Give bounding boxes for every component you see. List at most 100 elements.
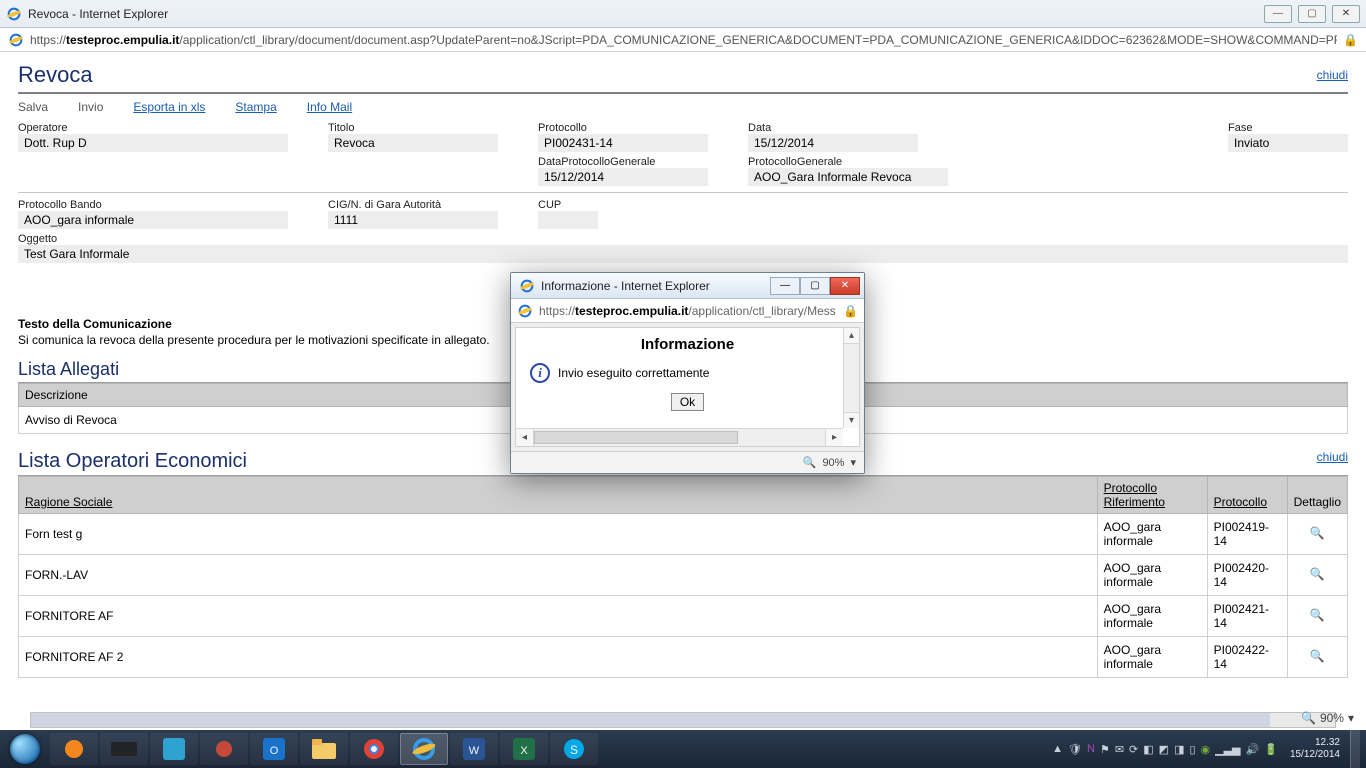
popup-address-bar[interactable]: https://testeproc.empulia.it/application… <box>511 299 864 323</box>
popup-titlebar[interactable]: Informazione - Internet Explorer — ▢ ✕ <box>511 273 864 299</box>
scroll-up-icon[interactable]: ▴ <box>844 328 859 344</box>
cell-rs: FORN.-LAV <box>19 555 1098 596</box>
lbl-titolo: Titolo <box>328 122 498 134</box>
lock-icon: 🔒 <box>1343 33 1358 47</box>
cell-p: PI002420-14 <box>1207 555 1287 596</box>
val-pbando: AOO_gara informale <box>18 211 288 229</box>
chiudi-link[interactable]: chiudi <box>1317 68 1348 82</box>
popup-maximize-button[interactable]: ▢ <box>800 277 830 295</box>
detail-icon[interactable]: 🔍 <box>1307 526 1327 542</box>
tb-chrome[interactable] <box>350 733 398 765</box>
tray-volume-icon[interactable]: 🔊 <box>1246 743 1260 756</box>
hdr-pr[interactable]: Protocollo Riferimento <box>1104 481 1165 509</box>
zoom-indicator[interactable]: 🔍 90% ▾ <box>1301 708 1354 728</box>
svg-text:S: S <box>570 743 578 757</box>
action-stampa[interactable]: Stampa <box>235 100 276 114</box>
cell-pr: AOO_gara informale <box>1097 637 1207 678</box>
lbl-cig: CIG/N. di Gara Autorità <box>328 199 498 211</box>
tb-word[interactable]: W <box>450 733 498 765</box>
lbl-oggetto: Oggetto <box>18 233 1348 245</box>
url-text: https://testeproc.empulia.it/application… <box>30 33 1337 47</box>
popup-close-button[interactable]: ✕ <box>830 277 860 295</box>
tb-excel[interactable]: X <box>500 733 548 765</box>
tb-ie[interactable] <box>400 733 448 765</box>
scroll-left-icon[interactable]: ◂ <box>516 429 534 446</box>
val-titolo: Revoca <box>328 134 498 152</box>
popup-minimize-button[interactable]: — <box>770 277 800 295</box>
val-cig: 1111 <box>328 211 498 229</box>
ie-icon <box>517 303 533 319</box>
popup-h-scrollbar[interactable]: ◂ ▸ <box>516 428 843 446</box>
tray-flag-icon[interactable]: ⚑ <box>1100 743 1110 756</box>
tray-note-icon[interactable]: N <box>1087 743 1095 755</box>
action-invio[interactable]: Invio <box>78 100 103 114</box>
tray-icons[interactable]: ▲ 🛡 N ⚑ ✉ ⟳ ◧ ◩ ◨ ▯ ◉ ▁▃▅ 🔊 🔋 <box>1052 743 1278 756</box>
window-titlebar[interactable]: Revoca - Internet Explorer — ▢ ✕ <box>0 0 1366 28</box>
tray-mail-icon[interactable]: ✉ <box>1115 743 1124 756</box>
lbl-pbando: Protocollo Bando <box>18 199 288 211</box>
val-data: 15/12/2014 <box>748 134 918 152</box>
cell-p: PI002419-14 <box>1207 514 1287 555</box>
tray-wifi-icon[interactable]: ▁▃▅ <box>1215 743 1240 756</box>
tb-explorer[interactable] <box>300 733 348 765</box>
tb-snip[interactable] <box>200 733 248 765</box>
table-row: FORN.-LAVAOO_gara informalePI002420-14 🔍 <box>19 555 1348 596</box>
tb-skype[interactable]: S <box>550 733 598 765</box>
tb-mediacenter[interactable] <box>50 733 98 765</box>
scroll-down-icon[interactable]: ▾ <box>844 412 859 428</box>
table-row: FORNITORE AFAOO_gara informalePI002421-1… <box>19 596 1348 637</box>
taskbar-items: O W X S <box>44 733 1048 765</box>
val-oggetto: Test Gara Informale <box>18 245 1348 263</box>
popup-body: Informazione i Invio eseguito correttame… <box>515 327 860 447</box>
tray-sync-icon[interactable]: ⟳ <box>1129 743 1138 756</box>
main-h-scrollbar[interactable] <box>30 712 1336 728</box>
taskbar: O W X S ▲ 🛡 N ⚑ ✉ ⟳ ◧ ◩ ◨ ▯ ◉ ▁▃▅ 🔊 🔋 12… <box>0 730 1366 768</box>
action-esporta[interactable]: Esporta in xls <box>133 100 205 114</box>
detail-icon[interactable]: 🔍 <box>1307 567 1327 583</box>
hdr-p[interactable]: Protocollo <box>1214 495 1267 509</box>
scroll-right-icon[interactable]: ▸ <box>825 429 843 446</box>
operatori-table: Ragione Sociale Protocollo Riferimento P… <box>18 476 1348 678</box>
show-desktop-button[interactable] <box>1350 730 1360 768</box>
hdr-rs[interactable]: Ragione Sociale <box>25 495 112 509</box>
val-dpg: 15/12/2014 <box>538 168 708 186</box>
tray-app-icon[interactable]: ◩ <box>1159 743 1169 756</box>
val-protocollo: PI002431-14 <box>538 134 708 152</box>
tray-battery-icon[interactable]: 🔋 <box>1264 743 1278 756</box>
popup-title: Informazione - Internet Explorer <box>541 279 710 293</box>
ie-icon <box>6 6 22 22</box>
maximize-button[interactable]: ▢ <box>1298 5 1326 23</box>
tb-app1[interactable] <box>150 733 198 765</box>
close-button[interactable]: ✕ <box>1332 5 1360 23</box>
action-salva[interactable]: Salva <box>18 100 48 114</box>
cell-p: PI002421-14 <box>1207 596 1287 637</box>
address-bar[interactable]: https://testeproc.empulia.it/application… <box>0 28 1366 52</box>
tray-app-icon[interactable]: ◨ <box>1174 743 1184 756</box>
popup-message: Invio eseguito correttamente <box>558 366 709 380</box>
detail-icon[interactable]: 🔍 <box>1307 608 1327 624</box>
taskbar-clock[interactable]: 12.32 15/12/2014 <box>1284 737 1346 761</box>
cell-p: PI002422-14 <box>1207 637 1287 678</box>
ok-button[interactable]: Ok <box>671 393 704 411</box>
system-tray[interactable]: ▲ 🛡 N ⚑ ✉ ⟳ ◧ ◩ ◨ ▯ ◉ ▁▃▅ 🔊 🔋 12.32 15/1… <box>1048 737 1350 761</box>
cell-pr: AOO_gara informale <box>1097 555 1207 596</box>
val-fase: Inviato <box>1228 134 1348 152</box>
start-button[interactable] <box>6 730 44 768</box>
val-operatore: Dott. Rup D <box>18 134 288 152</box>
table-row: FORNITORE AF 2AOO_gara informalePI002422… <box>19 637 1348 678</box>
tb-outlook[interactable]: O <box>250 733 298 765</box>
action-infomail[interactable]: Info Mail <box>307 100 352 114</box>
ie-icon <box>519 278 535 294</box>
tray-network-icon[interactable]: ▯ <box>1189 743 1195 756</box>
chiudi-link-2[interactable]: chiudi <box>1317 450 1348 464</box>
minimize-button[interactable]: — <box>1264 5 1292 23</box>
svg-text:X: X <box>520 745 528 757</box>
popup-v-scrollbar[interactable]: ▴ ▾ <box>843 328 859 428</box>
tray-icon[interactable]: ▲ <box>1052 743 1063 755</box>
tray-app-icon[interactable]: ◧ <box>1143 743 1153 756</box>
tray-gpu-icon[interactable]: ◉ <box>1201 743 1211 756</box>
ie-icon <box>8 32 24 48</box>
tb-vaio[interactable] <box>100 733 148 765</box>
detail-icon[interactable]: 🔍 <box>1307 649 1327 665</box>
tray-shield-icon[interactable]: 🛡 <box>1068 743 1082 756</box>
